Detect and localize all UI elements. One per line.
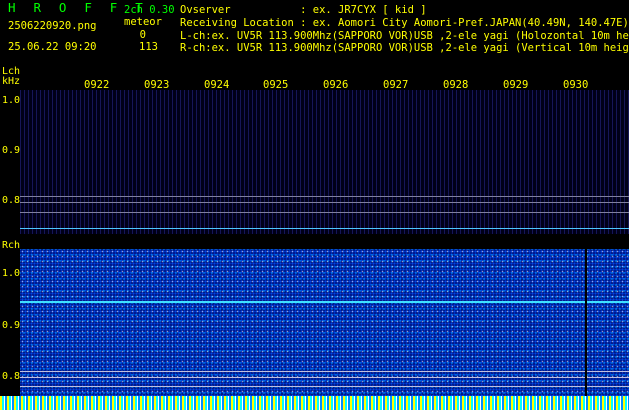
lch-info-line: L-ch:ex. UV5R 113.900Mhz(SAPPORO VOR)USB… [180, 30, 629, 42]
lch-ref-line-3 [20, 212, 629, 213]
version-label: 2ch 0.30 [124, 4, 175, 16]
lch-noise-line [20, 228, 629, 229]
lch-ref-line-2 [20, 202, 629, 203]
rch-signal-line [20, 301, 629, 303]
meteor-count-lch: 0 [139, 29, 146, 41]
filename-label: 2506220920.png [8, 20, 97, 32]
lch-ref-line-1 [20, 196, 629, 197]
rch-ytick-1.0: 1.0 [2, 268, 21, 279]
rch-ref-line-3 [20, 386, 629, 387]
location-line: Receiving Location : ex. Aomori City Aom… [180, 17, 629, 29]
rch-info-line: R-ch:ex. UV5R 113.900Mhz(SAPPORO VOR)USB… [180, 42, 629, 54]
meteor-label: meteor [124, 16, 162, 28]
datetime-label: 25.06.22 09:20 [8, 41, 97, 53]
lch-ytick-1.0: 1.0 [2, 95, 21, 106]
unit-label: kHz [2, 76, 21, 87]
rch-ytick-0.8: 0.8 [2, 371, 21, 382]
meteor-activity-strip [0, 396, 629, 410]
meteor-count-rch: 113 [139, 41, 158, 53]
rch-axis-label: Rch [2, 240, 21, 251]
lch-ytick-0.8: 0.8 [2, 195, 21, 206]
rch-ref-line-1 [20, 371, 629, 372]
rch-ytick-0.9: 0.9 [2, 320, 21, 331]
rch-spectrogram [20, 249, 629, 397]
observer-line: Ovserver : ex. JR7CYX [ kid ] [180, 4, 427, 16]
rch-ref-line-2 [20, 377, 629, 378]
lch-ytick-0.9: 0.9 [2, 145, 21, 156]
rch-gap-marker [585, 249, 587, 397]
